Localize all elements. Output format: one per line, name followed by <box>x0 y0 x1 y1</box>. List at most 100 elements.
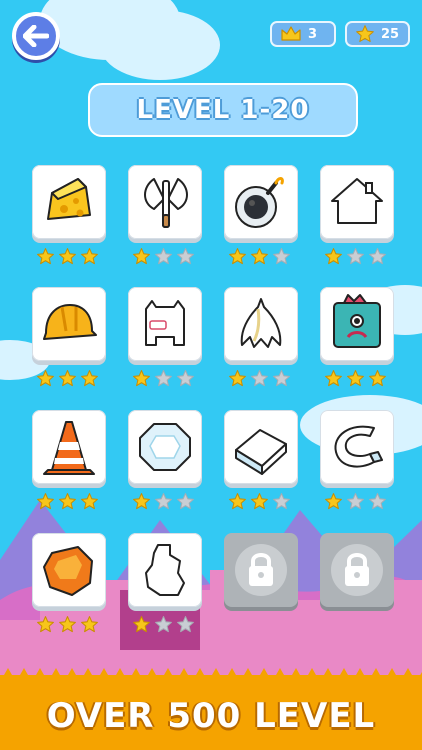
level-tile-4[interactable] <box>320 165 398 267</box>
star-empty-icon <box>177 493 194 510</box>
cheese-icon <box>47 178 91 220</box>
banana-peel-icon <box>240 298 282 348</box>
rock-icon <box>43 546 93 596</box>
star-filled-icon <box>229 370 246 387</box>
footer-tagline: OVER 500 LEVEL <box>46 695 376 736</box>
locked-level-card[interactable] <box>320 533 394 607</box>
star-filled-icon <box>37 248 54 265</box>
level-tile-9[interactable] <box>32 410 110 512</box>
level-card[interactable] <box>128 533 202 607</box>
star-empty-icon <box>177 370 194 387</box>
map-island-icon <box>145 544 185 596</box>
star-rating <box>324 369 387 388</box>
star-empty-icon <box>155 370 172 387</box>
star-filled-icon <box>59 370 76 387</box>
level-card[interactable] <box>224 165 298 239</box>
level-card[interactable] <box>32 533 106 607</box>
star-filled-icon <box>369 370 386 387</box>
level-card[interactable] <box>32 410 106 484</box>
level-card[interactable] <box>224 410 298 484</box>
level-card[interactable] <box>320 410 394 484</box>
level-tile-6[interactable] <box>128 287 206 389</box>
level-tile-10[interactable] <box>128 410 206 512</box>
star-filled-icon <box>133 493 150 510</box>
magnet-icon <box>334 425 383 468</box>
axe-icon <box>144 178 188 228</box>
star-filled-icon <box>37 616 54 633</box>
star-rating <box>36 492 99 511</box>
star-empty-icon <box>251 370 268 387</box>
star-empty-icon <box>177 616 194 633</box>
star-filled-icon <box>347 370 364 387</box>
house-icon <box>331 178 383 224</box>
level-tile-11[interactable] <box>224 410 302 512</box>
star-filled-icon <box>325 370 342 387</box>
level-card[interactable] <box>224 287 298 361</box>
level-card[interactable] <box>32 287 106 361</box>
star-filled-icon <box>325 248 342 265</box>
star-empty-icon <box>369 493 386 510</box>
level-tile-15[interactable] <box>224 533 302 635</box>
level-tile-1[interactable] <box>32 165 110 267</box>
level-tile-5[interactable] <box>32 287 110 389</box>
star-empty-icon <box>155 616 172 633</box>
star-rating <box>228 369 291 388</box>
star-empty-icon <box>369 248 386 265</box>
star-filled-icon <box>229 493 246 510</box>
level-tile-2[interactable] <box>128 165 206 267</box>
level-card[interactable] <box>128 287 202 361</box>
level-tile-13[interactable] <box>32 533 110 635</box>
star-filled-icon <box>59 248 76 265</box>
star-filled-icon <box>81 616 98 633</box>
level-tile-3[interactable] <box>224 165 302 267</box>
level-tile-7[interactable] <box>224 287 302 389</box>
star-filled-icon <box>37 493 54 510</box>
level-tile-8[interactable] <box>320 287 398 389</box>
locked-level-card[interactable] <box>224 533 298 607</box>
star-filled-icon <box>59 493 76 510</box>
star-rating <box>36 247 99 266</box>
level-card[interactable] <box>320 165 394 239</box>
star-rating <box>36 369 99 388</box>
star-empty-icon <box>273 370 290 387</box>
level-tile-12[interactable] <box>320 410 398 512</box>
level-card[interactable] <box>320 287 394 361</box>
star-rating <box>132 369 195 388</box>
star-empty-icon <box>155 248 172 265</box>
star-filled-icon <box>81 248 98 265</box>
bomb-icon <box>235 177 284 228</box>
star-filled-icon <box>37 370 54 387</box>
star-empty-icon <box>273 248 290 265</box>
star-rating <box>132 615 195 634</box>
star-rating <box>132 492 195 511</box>
star-rating <box>324 247 387 266</box>
star-rating <box>228 247 291 266</box>
star-filled-icon <box>59 616 76 633</box>
star-filled-icon <box>325 493 342 510</box>
star-rating <box>132 247 195 266</box>
hard-hat-icon <box>43 304 97 340</box>
level-tile-16[interactable] <box>320 533 398 635</box>
traffic-cone-icon <box>43 421 95 475</box>
level-grid <box>0 0 422 750</box>
star-empty-icon <box>347 248 364 265</box>
book-icon <box>235 429 287 475</box>
level-tile-14[interactable] <box>128 533 206 635</box>
star-rating <box>228 492 291 511</box>
star-filled-icon <box>251 493 268 510</box>
box-monster-icon <box>333 294 381 348</box>
level-card[interactable] <box>128 410 202 484</box>
lock-icon <box>235 544 287 596</box>
monster-icon <box>145 300 185 346</box>
level-card[interactable] <box>32 165 106 239</box>
star-rating <box>36 615 99 634</box>
star-rating <box>324 492 387 511</box>
gem-icon <box>139 423 191 471</box>
star-filled-icon <box>81 370 98 387</box>
star-empty-icon <box>177 248 194 265</box>
star-filled-icon <box>81 493 98 510</box>
star-empty-icon <box>347 493 364 510</box>
level-card[interactable] <box>128 165 202 239</box>
star-empty-icon <box>273 493 290 510</box>
star-filled-icon <box>229 248 246 265</box>
